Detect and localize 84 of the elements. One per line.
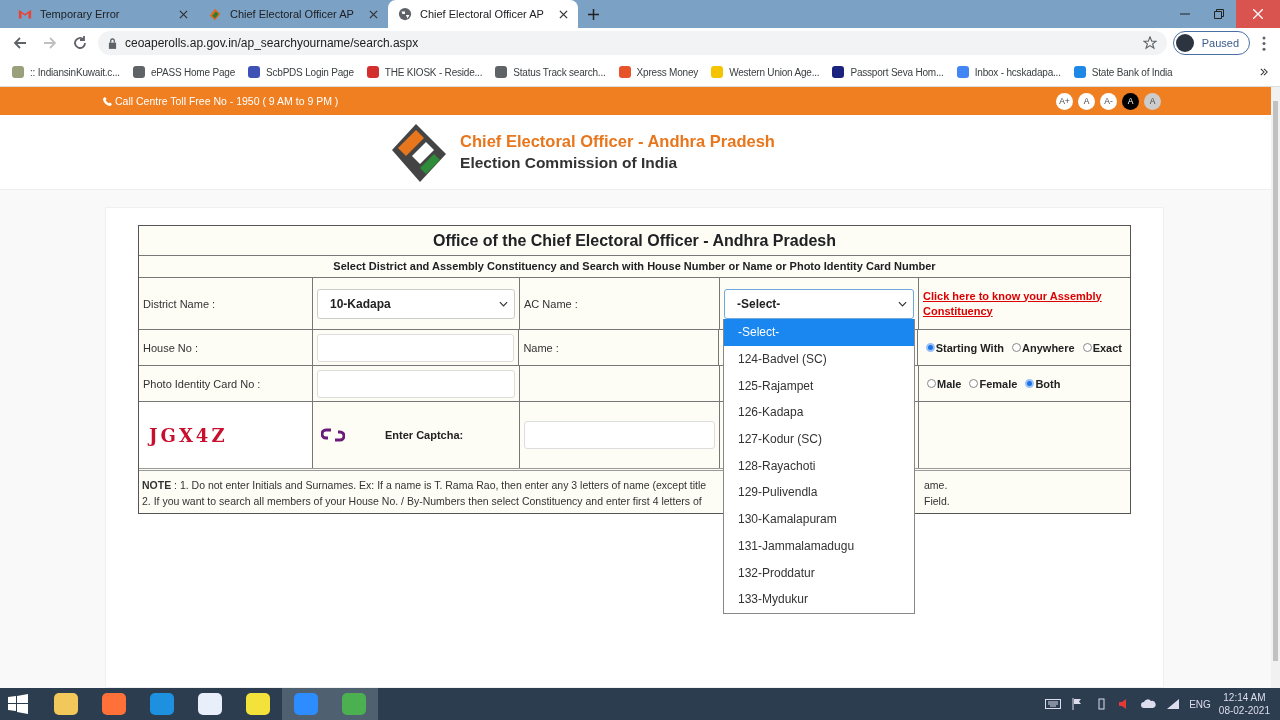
font-size-button[interactable]: A xyxy=(1122,92,1139,110)
bookmark[interactable]: ePASS Home Page xyxy=(132,66,235,78)
site-subtitle: Election Commission of India xyxy=(460,154,679,172)
url-text: ceoaperolls.ap.gov.in/ap_searchyourname/search.aspx xyxy=(125,36,419,50)
search-mode-radio[interactable]: Starting With xyxy=(925,341,1005,354)
tab-title: Chief Electoral Officer AP xyxy=(230,8,355,20)
gender-radio[interactable]: Both xyxy=(1025,377,1061,390)
house-number-field[interactable] xyxy=(316,333,515,362)
bookmark[interactable]: :: IndiansinKuwait.c... xyxy=(12,66,120,78)
address-bar[interactable]: ceoaperolls.ap.gov.in/ap_searchyourname/search.aspx xyxy=(98,31,1167,55)
bookmark[interactable]: Inbox - hcskadapa... xyxy=(956,66,1061,78)
maximize-icon[interactable] xyxy=(1214,9,1224,19)
windows-start-icon[interactable] xyxy=(8,694,28,714)
ac-select[interactable]: -Select- xyxy=(724,288,914,319)
clock-date: 08-02-2021 xyxy=(1218,704,1270,717)
refresh-icon[interactable] xyxy=(321,427,345,443)
dropdown-option[interactable]: 127-Kodur (SC) xyxy=(724,425,914,453)
note-text: 2. If you want to search all members of your House No. / By-Numbers then select Constituency and enter first 4 letters of xyxy=(142,494,703,509)
field-label: Photo Identity Card No : xyxy=(143,377,261,390)
cloud-icon[interactable] xyxy=(1141,698,1158,710)
browser-tab[interactable]: Chief Electoral Officer AP xyxy=(198,0,388,28)
note-text: Field. xyxy=(924,494,950,509)
font-size-button[interactable]: A- xyxy=(1100,92,1117,110)
dropdown-option[interactable]: 132-Proddatur xyxy=(724,559,914,586)
call-centre-text: Call Centre Toll Free No - 1950 ( 9 AM to 9 PM ) xyxy=(115,95,340,107)
star-icon[interactable] xyxy=(1142,36,1157,50)
scrollbar-thumb[interactable] xyxy=(1273,101,1278,661)
language-indicator[interactable]: ENG xyxy=(1189,698,1211,710)
browser-tab[interactable]: Chief Electoral Officer AP xyxy=(388,0,578,28)
font-size-button[interactable]: A xyxy=(1144,92,1161,110)
close-icon[interactable] xyxy=(559,9,568,19)
dropdown-option[interactable]: 129-Pulivendla xyxy=(724,479,914,506)
more-icon[interactable] xyxy=(1260,68,1268,76)
chevron-icon xyxy=(898,300,907,307)
dropdown-option[interactable]: 125-Rajampet xyxy=(724,372,914,400)
form-title: Office of the Chief Electoral Officer - Andhra Pradesh xyxy=(139,226,1130,256)
chevron-icon xyxy=(499,300,508,307)
dropdown-option[interactable]: 133-Mydukur xyxy=(724,585,914,613)
field-label: District Name : xyxy=(143,297,216,310)
bookmark[interactable]: Xpress Money xyxy=(618,66,699,78)
bookmark[interactable]: Status Track search... xyxy=(495,66,606,78)
bookmark[interactable]: ScbPDS Login Page xyxy=(248,66,354,78)
captcha-label: Enter Captcha: xyxy=(385,429,464,441)
field-label: House No : xyxy=(143,341,199,354)
ballot-icon xyxy=(208,7,222,21)
avatar-icon xyxy=(1175,34,1194,52)
bookmark[interactable]: State Bank of India xyxy=(1073,66,1173,78)
dropdown-option[interactable]: 131-Jammalamadugu xyxy=(724,532,914,560)
tab-title: Temporary Error xyxy=(40,8,121,20)
search-mode-radio[interactable]: Exact xyxy=(1082,341,1122,354)
search-mode-radio[interactable]: Anywhere xyxy=(1012,341,1075,354)
assembly-link[interactable]: Click here to know your Assembly Constituency xyxy=(923,288,1126,319)
dropdown-option[interactable]: 130-Kamalapuram xyxy=(724,505,914,533)
note-text: ame. xyxy=(924,478,948,493)
browser-tab[interactable]: Temporary Error xyxy=(8,0,198,28)
gender-radio[interactable]: Female xyxy=(969,377,1018,390)
dropdown-option[interactable]: 128-Rayachoti xyxy=(724,452,914,480)
photo-id-field[interactable] xyxy=(317,369,515,398)
site-title: Chief Electoral Officer - Andhra Pradesh xyxy=(460,132,775,151)
font-size-button[interactable]: A+ xyxy=(1056,92,1073,110)
captcha-text: JGX4Z xyxy=(149,424,228,446)
signal-icon[interactable] xyxy=(1165,698,1182,710)
new-tab-icon[interactable] xyxy=(588,9,599,20)
form-subtitle: Select District and Assembly Constituency and Search with House Number or Name or Photo Identity Card Number xyxy=(139,256,1130,278)
phone-icon xyxy=(103,96,112,106)
mail-icon xyxy=(18,7,32,21)
keyboard-icon[interactable] xyxy=(1045,698,1062,710)
bookmark[interactable]: THE KIOSK - Reside... xyxy=(366,66,483,78)
district-select[interactable]: 10-Kadapa xyxy=(317,288,515,319)
bookmark[interactable]: Western Union Age... xyxy=(711,66,820,78)
dropdown-option[interactable]: 124-Badvel (SC) xyxy=(724,345,914,373)
note-text: NOTE : 1. Do not enter Initials and Surnames. Ex: If a name is T. Rama Rao, then enter any 3 letters of name (except title xyxy=(142,478,708,493)
bookmark[interactable]: Passport Seva Hom... xyxy=(832,66,944,78)
tab-title: Chief Electoral Officer AP xyxy=(420,8,545,20)
globe-icon xyxy=(398,7,412,21)
captcha-field[interactable] xyxy=(524,421,715,449)
dropdown-option[interactable]: -Select- xyxy=(724,319,914,346)
dropdown-option[interactable]: 126-Kadapa xyxy=(724,399,914,426)
font-size-button[interactable]: A xyxy=(1078,92,1095,110)
gender-radio[interactable]: Male xyxy=(927,377,962,390)
clock-time: 12:14 AM xyxy=(1223,691,1266,704)
field-label: AC Name : xyxy=(524,297,578,310)
lock-icon xyxy=(108,37,117,49)
field-label: Name : xyxy=(523,341,559,354)
